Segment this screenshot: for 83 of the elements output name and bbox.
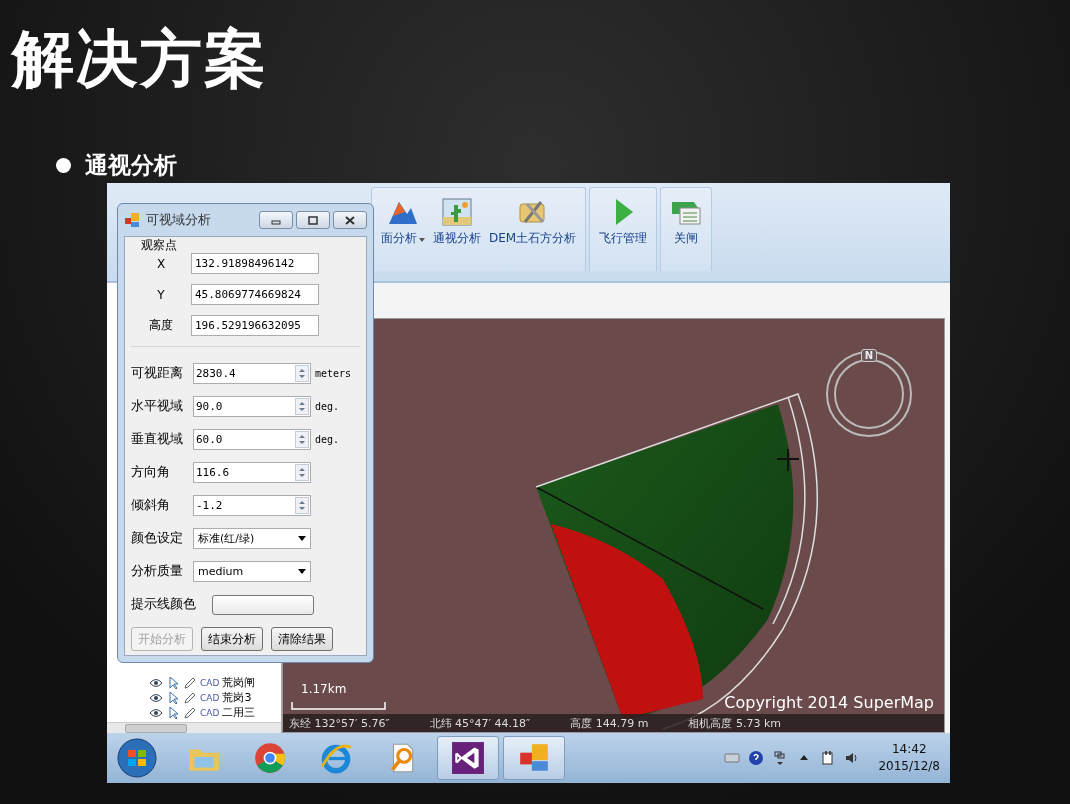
unit-label: deg. bbox=[315, 401, 340, 412]
chrome-icon bbox=[253, 741, 287, 775]
layer-type: CAD bbox=[200, 707, 220, 718]
eye-icon[interactable] bbox=[149, 676, 163, 689]
spin-field[interactable]: -1.2 bbox=[193, 495, 311, 516]
field-label: 水平视域 bbox=[131, 398, 184, 415]
eye-icon[interactable] bbox=[149, 691, 163, 704]
spin-field[interactable]: 90.0 bbox=[193, 396, 311, 417]
spin-field[interactable]: 2830.4 bbox=[193, 363, 311, 384]
eye-icon[interactable] bbox=[149, 706, 163, 719]
pencil-icon[interactable] bbox=[183, 706, 197, 719]
color-picker-button[interactable] bbox=[212, 594, 314, 615]
spin-arrows-icon[interactable] bbox=[295, 497, 309, 514]
ribbon-button[interactable]: 飞行管理 bbox=[598, 194, 649, 249]
scale-label: 1.17km bbox=[301, 682, 347, 696]
spin-field[interactable]: 116.6 bbox=[193, 462, 311, 483]
pencil-icon[interactable] bbox=[183, 676, 197, 689]
group-label: 观察点 bbox=[141, 237, 178, 253]
ribbon-button[interactable]: 关闸 bbox=[669, 194, 704, 249]
field-label: 倾斜角 bbox=[131, 497, 171, 514]
field-label: 提示线颜色 bbox=[131, 596, 196, 613]
dropdown-arrow-icon[interactable] bbox=[298, 569, 306, 574]
text-field[interactable]: 132.91898496142 bbox=[191, 253, 319, 274]
dropdown-field[interactable]: medium bbox=[193, 561, 311, 582]
pencil-icon[interactable] bbox=[183, 691, 197, 704]
dialog-button[interactable]: 结束分析 bbox=[201, 627, 263, 651]
field-label: Y bbox=[156, 287, 166, 302]
ribbon-button[interactable]: DEM土石方分析 bbox=[488, 194, 578, 249]
cursor-arrow-icon[interactable] bbox=[166, 706, 180, 719]
dialog-button[interactable]: 清除结果 bbox=[271, 627, 333, 651]
status-text: 北纬 45°47′ 44.18″ bbox=[429, 715, 531, 731]
spin-arrows-icon[interactable] bbox=[295, 431, 309, 448]
bullet-text: 通视分析 bbox=[85, 150, 177, 180]
layer-type: CAD bbox=[200, 677, 220, 688]
clock-time: 14:42 bbox=[891, 741, 927, 758]
status-text: 高度 144.79 m bbox=[570, 715, 649, 731]
field-label: 可视距离 bbox=[131, 365, 184, 382]
text-field[interactable]: 196.529196632095 bbox=[191, 315, 319, 336]
clock-date: 2015/12/8 bbox=[878, 758, 940, 775]
layer-name[interactable]: 二用三 bbox=[222, 705, 256, 720]
dropdown-arrow-icon[interactable] bbox=[298, 536, 306, 541]
unit-label: meters bbox=[315, 368, 352, 379]
app-tiles-icon bbox=[124, 212, 140, 228]
taskbar-button[interactable] bbox=[437, 736, 499, 780]
spin-arrows-icon[interactable] bbox=[295, 398, 309, 415]
field-label: X bbox=[155, 256, 167, 271]
maximize-button[interactable] bbox=[296, 211, 330, 229]
spin-field[interactable]: 60.0 bbox=[193, 429, 311, 450]
unit-label: deg. bbox=[315, 434, 340, 445]
cursor-arrow-icon[interactable] bbox=[166, 691, 180, 704]
layer-type: CAD bbox=[200, 692, 220, 703]
text-field[interactable]: 45.8069774669824 bbox=[191, 284, 319, 305]
slide-title: 解决方案 bbox=[12, 21, 268, 97]
close-icon[interactable] bbox=[344, 215, 356, 225]
minimize-button[interactable] bbox=[259, 211, 293, 229]
spin-arrows-icon[interactable] bbox=[295, 464, 309, 481]
field-label: 颜色设定 bbox=[131, 530, 184, 547]
ribbon-button[interactable]: 通视分析 bbox=[432, 194, 482, 249]
status-text: 相机高度 5.73 km bbox=[688, 715, 781, 731]
bullet-dot bbox=[56, 157, 71, 173]
start-orb-icon[interactable] bbox=[117, 738, 157, 778]
layer-name[interactable]: 荒岗3 bbox=[222, 690, 252, 705]
cactus-picture-icon bbox=[441, 196, 473, 228]
copyright-text: Copyright 2014 SuperMap bbox=[724, 693, 934, 712]
field-label: 方向角 bbox=[131, 464, 171, 481]
close-button[interactable] bbox=[333, 211, 367, 229]
compass-ring-icon[interactable] bbox=[824, 349, 914, 439]
layer-name[interactable]: 荒岗闸 bbox=[222, 675, 256, 690]
scrollbar[interactable] bbox=[107, 722, 281, 733]
infinity-logo-icon bbox=[451, 741, 485, 775]
spin-arrows-icon[interactable] bbox=[295, 365, 309, 382]
ribbon-button[interactable]: 面分析 bbox=[380, 194, 426, 249]
field-label: 垂直视域 bbox=[131, 431, 184, 448]
dialog-title: 可视域分析 bbox=[146, 211, 211, 229]
maximize-icon[interactable] bbox=[307, 215, 319, 225]
status-text: 东经 132°57′ 5.76″ bbox=[289, 715, 390, 731]
field-label: 高度 bbox=[148, 317, 174, 334]
help-icon[interactable] bbox=[748, 750, 765, 766]
cursor-arrow-icon[interactable] bbox=[166, 676, 180, 689]
field-label: 分析质量 bbox=[131, 563, 184, 580]
compass-north-label: N bbox=[860, 349, 877, 362]
dropdown-field[interactable]: 标准(红/绿) bbox=[193, 528, 311, 549]
caret-icon[interactable] bbox=[419, 238, 425, 242]
